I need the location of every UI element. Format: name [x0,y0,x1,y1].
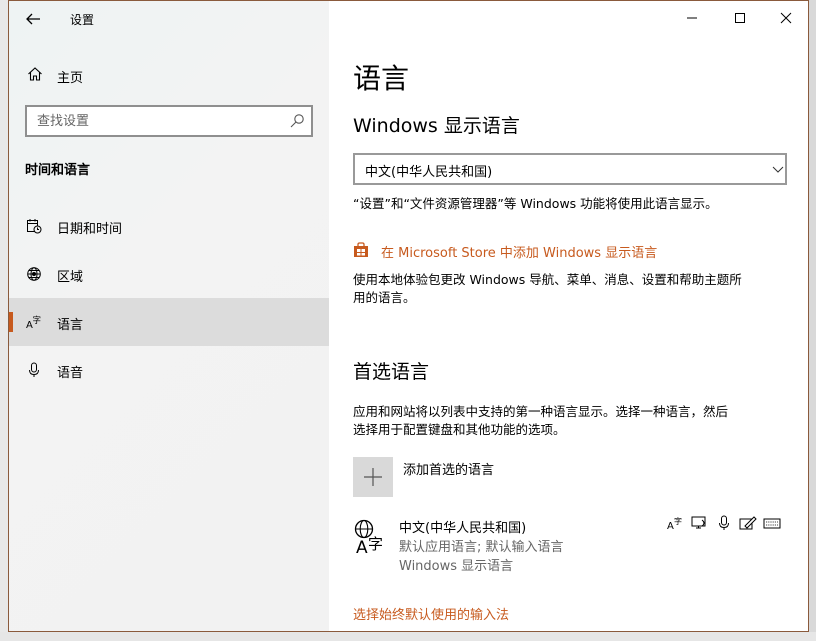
display-language-dropdown[interactable]: 中文(中华人民共和国) [353,153,787,185]
search-box[interactable] [25,105,313,137]
minimize-icon [687,17,697,19]
search-input[interactable] [27,107,277,135]
sidebar-item-label: 区域 [57,270,84,285]
search-icon[interactable] [289,113,305,129]
sidebar-item-label: 语言 [57,318,84,333]
chevron-down-icon [772,166,784,173]
sidebar-item-label: 主页 [57,71,84,86]
sidebar-item-date-time[interactable]: 日期和时间 [9,202,329,250]
store-description-line-1: 使用本地体验包更改 Windows 导航、菜单、消息、设置和帮助主题所 [353,272,742,287]
calendar-clock-icon [27,219,42,234]
sidebar-item-speech[interactable]: 语音 [9,346,329,394]
display-language-feature-icon: A字 [667,515,685,532]
globe-region-icon [27,267,41,281]
maximize-button[interactable] [717,3,763,33]
back-button[interactable] [17,5,49,33]
svg-text:A: A [356,538,368,555]
input-method-link[interactable]: 选择始终默认使用的输入法 [353,604,509,623]
language-icon: A 字 [26,315,42,330]
language-status-2: Windows 显示语言 [399,559,514,574]
display-language-description: “设置”和“文件资源管理器”等 Windows 功能将使用此语言显示。 [353,196,718,211]
sidebar-item-region[interactable]: 区域 [9,250,329,298]
close-button[interactable] [763,3,808,33]
dropdown-selected-value: 中文(中华人民共和国) [365,165,493,180]
maximize-icon [735,13,745,23]
back-arrow-icon [26,13,40,25]
sidebar-item-label: 语音 [57,366,84,381]
language-glyph-icon: A 字 [354,519,383,555]
minimize-button[interactable] [669,3,715,33]
svg-text:字: 字 [368,535,383,553]
store-bag-icon [354,242,368,257]
active-indicator [9,312,13,332]
sidebar-item-home[interactable]: 主页 [9,59,329,91]
microphone-feature-icon [715,515,733,531]
main-content: 语言 Windows 显示语言 中文(中华人民共和国) “设置”和“文件资源管理… [329,1,808,631]
preferred-description-line-2: 选择用于配置键盘和其他功能的选项。 [353,422,566,437]
store-description-line-2: 用的语言。 [353,290,416,305]
speech-feature-icon [691,515,709,531]
settings-window: 设置 主页 时间和语言 日期和时间 [8,0,809,632]
section-title: 时间和语言 [25,163,91,178]
sidebar: 设置 主页 时间和语言 日期和时间 [9,1,329,631]
keyboard-feature-icon [763,515,781,531]
language-status-1: 默认应用语言; 默认输入语言 [399,540,564,555]
home-icon [28,67,42,81]
preferred-description-line-1: 应用和网站将以列表中支持的第一种语言显示。选择一种语言，然后 [353,404,729,419]
add-display-language-link[interactable]: 在 Microsoft Store 中添加 Windows 显示语言 [381,242,657,261]
microphone-icon [29,362,39,377]
language-feature-icons: A字 [667,515,781,532]
desktop-background-left [0,0,8,641]
add-language-button[interactable] [353,457,393,497]
page-title: 语言 [353,62,410,95]
desktop-background-bottom [0,632,816,641]
plus-icon [364,468,382,486]
preferred-languages-heading: 首选语言 [353,361,430,383]
display-language-heading: Windows 显示语言 [353,115,520,137]
svg-text:字: 字 [674,516,682,526]
language-name: 中文(中华人民共和国) [399,521,527,536]
handwriting-feature-icon [739,515,757,531]
svg-text:字: 字 [33,315,42,326]
close-icon [780,12,792,24]
app-title: 设置 [70,13,95,27]
svg-text:A: A [667,521,674,531]
add-language-label[interactable]: 添加首选的语言 [403,459,494,478]
sidebar-item-label: 日期和时间 [57,222,123,237]
sidebar-item-language[interactable]: A 字 语言 [9,298,329,346]
